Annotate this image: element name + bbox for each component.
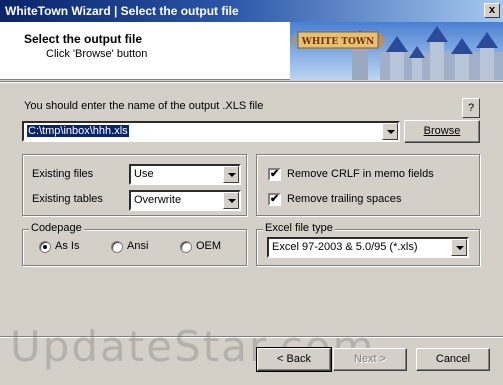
remove-trailing-checkbox[interactable]: ✔ xyxy=(268,193,281,206)
wizard-window: WhiteTown Wizard | Select the output fil… xyxy=(0,0,503,385)
existing-tables-select[interactable]: Overwrite xyxy=(129,190,241,211)
codepage-option-as-is: As Is xyxy=(55,240,80,252)
excel-type-group: Excel file type Excel 97-2003 & 5.0/95 (… xyxy=(256,222,480,266)
file-path-combo[interactable]: C:\tmp\inbox\hhh.xls xyxy=(22,121,400,142)
codepage-title: Codepage xyxy=(29,222,84,234)
help-button[interactable]: ? xyxy=(462,98,480,118)
header-separator xyxy=(0,81,503,83)
title-bar: WhiteTown Wizard | Select the output fil… xyxy=(0,0,503,22)
chevron-down-icon[interactable] xyxy=(223,192,239,209)
castle-banner-icon: WHITE TOWN xyxy=(290,22,503,80)
codepage-option-ansi: Ansi xyxy=(127,240,149,252)
codepage-radio-ansi[interactable] xyxy=(111,241,123,253)
chevron-down-icon[interactable] xyxy=(451,239,467,256)
remove-trailing-label: Remove trailing spaces xyxy=(287,193,402,205)
existing-files-select[interactable]: Use xyxy=(129,164,241,185)
banner-text: WHITE TOWN xyxy=(301,37,374,47)
text-options-group: ✔ Remove CRLF in memo fields ✔ Remove tr… xyxy=(256,154,480,216)
excel-type-select[interactable]: Excel 97-2003 & 5.0/95 (*.xls) xyxy=(267,237,469,258)
existing-options-group: Existing files Use Existing tables Overw… xyxy=(22,154,247,216)
file-path-value: C:\tmp\inbox\hhh.xls xyxy=(27,125,129,137)
cancel-button[interactable]: Cancel xyxy=(416,348,490,371)
instruction-label: You should enter the name of the output … xyxy=(24,100,264,112)
chevron-down-icon[interactable] xyxy=(382,123,398,140)
chevron-down-icon[interactable] xyxy=(223,166,239,183)
wizard-header: Select the output file Click 'Browse' bu… xyxy=(0,22,503,80)
header-subtitle: Click 'Browse' button xyxy=(46,48,148,60)
codepage-radio-oem[interactable] xyxy=(180,241,192,253)
browse-button[interactable]: Browse xyxy=(404,120,480,143)
remove-crlf-checkbox[interactable]: ✔ xyxy=(268,168,281,181)
existing-files-label: Existing files xyxy=(32,168,94,180)
header-title: Select the output file xyxy=(24,32,143,46)
window-title: WhiteTown Wizard | Select the output fil… xyxy=(5,4,239,18)
codepage-option-oem: OEM xyxy=(196,240,222,252)
codepage-group: Codepage As Is Ansi OEM xyxy=(22,222,247,266)
next-button[interactable]: Next > xyxy=(333,348,407,371)
codepage-radio-as-is[interactable] xyxy=(39,241,51,253)
existing-tables-label: Existing tables xyxy=(32,193,103,205)
excel-type-title: Excel file type xyxy=(263,222,335,234)
back-button[interactable]: < Back xyxy=(256,347,332,372)
close-button[interactable]: x xyxy=(484,3,500,18)
remove-crlf-label: Remove CRLF in memo fields xyxy=(287,168,434,180)
